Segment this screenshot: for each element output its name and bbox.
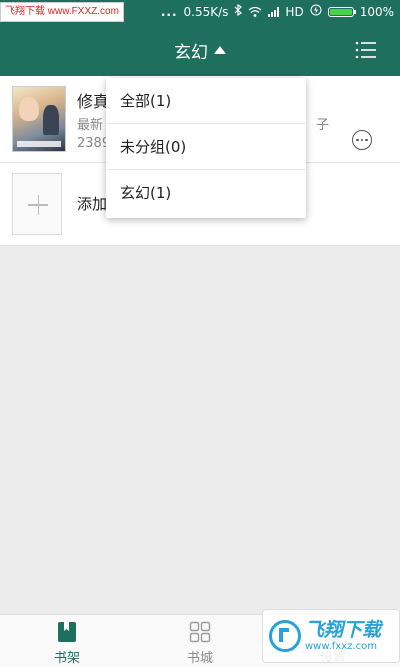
watermark-sub: www.fxxz.com xyxy=(305,640,377,652)
book-cover xyxy=(12,86,66,152)
bookmark-icon xyxy=(56,621,78,643)
watermark-main: 飞翔下载 xyxy=(305,619,382,642)
watermark-logo-icon xyxy=(269,620,301,652)
battery-level: 100% xyxy=(359,5,394,19)
network-type: HD xyxy=(285,5,304,19)
tab-bookstore[interactable]: 书城 xyxy=(133,615,267,667)
network-speed: 0.55K/s xyxy=(183,5,229,19)
book-title: 修真 xyxy=(77,92,110,111)
watermark-bottom: 飞翔下载 www.fxxz.com xyxy=(262,609,400,663)
dropdown-item-xuanhuan[interactable]: 玄幻(1) xyxy=(106,170,306,216)
bottom-nav: 书架 书城 设置 飞翔下载 www.fxxz.com xyxy=(0,609,400,667)
watermark-top: 飞翔下载 www.FXXZ.com xyxy=(0,2,124,22)
status-bar: 飞翔下载 www.FXXZ.com ... 0.55K/s HD 100% xyxy=(0,0,400,24)
dropdown-item-all[interactable]: 全部(1) xyxy=(106,78,306,124)
tab-bookshelf-label: 书架 xyxy=(53,651,80,666)
app-bar: 玄幻 xyxy=(0,24,400,76)
bluetooth-icon xyxy=(234,0,243,24)
add-label: 添加 xyxy=(77,195,108,213)
book-latest: 最新 xyxy=(77,118,104,133)
category-dropdown: 全部(1) 未分组(0) 玄幻(1) xyxy=(106,78,306,218)
tab-bookshelf[interactable]: 书架 xyxy=(0,615,134,667)
dropdown-item-ungrouped[interactable]: 未分组(0) xyxy=(106,124,306,170)
triangle-up-icon xyxy=(214,46,226,54)
add-icon xyxy=(12,173,62,235)
page-title: 玄幻 xyxy=(174,42,208,63)
more-dots: ... xyxy=(160,5,178,19)
grid-icon xyxy=(189,621,211,643)
signal-icon xyxy=(268,7,280,17)
category-selector[interactable]: 玄幻 xyxy=(0,24,400,76)
book-latest-tail: 子 xyxy=(316,118,330,133)
charging-icon xyxy=(310,0,322,24)
wifi-icon xyxy=(248,7,262,17)
battery-icon xyxy=(327,7,356,17)
tab-bookstore-label: 书城 xyxy=(186,651,213,666)
list-menu-icon[interactable] xyxy=(354,38,378,62)
more-options-icon[interactable] xyxy=(352,130,372,150)
status-icons: ... 0.55K/s HD 100% xyxy=(161,0,394,24)
